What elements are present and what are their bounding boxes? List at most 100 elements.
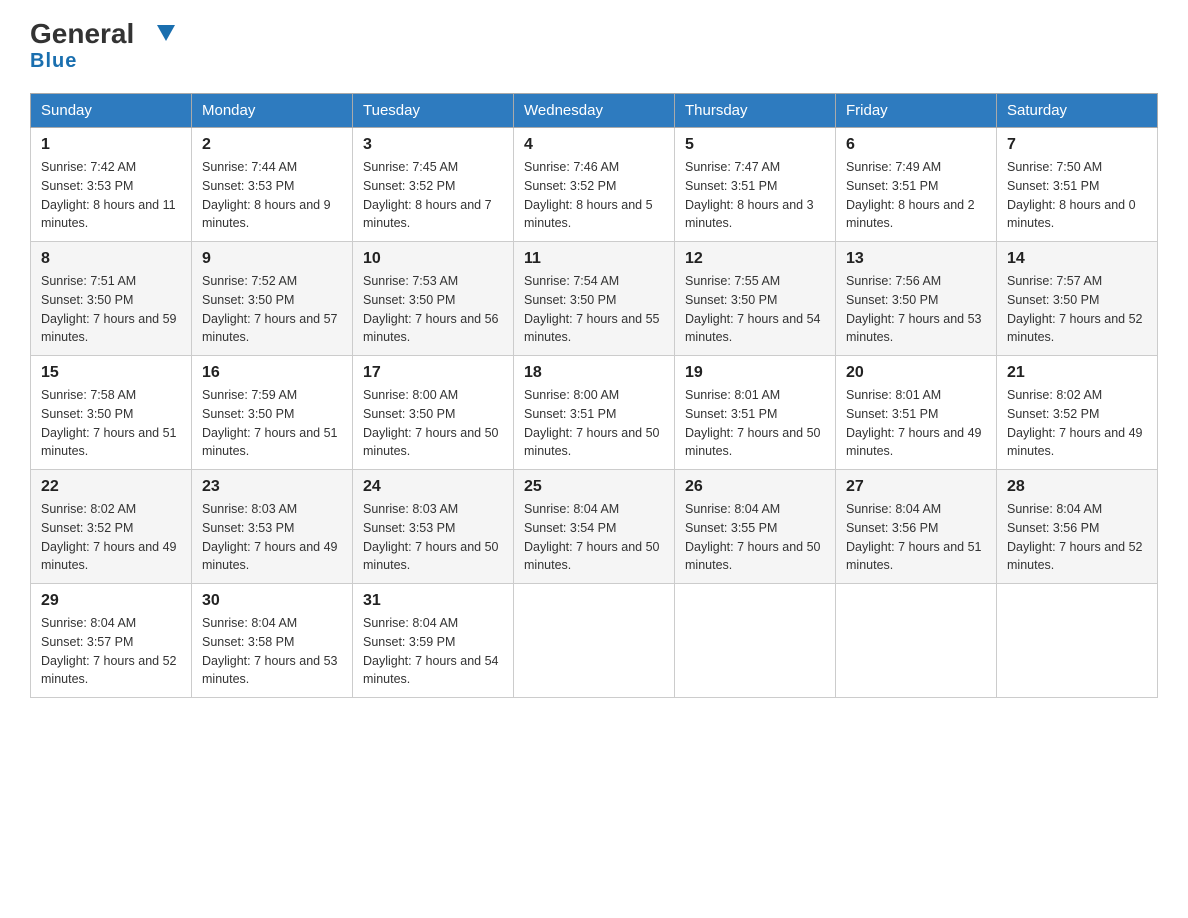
day-number: 3	[363, 136, 503, 154]
day-number: 13	[846, 250, 986, 268]
day-number: 9	[202, 250, 342, 268]
day-number: 18	[524, 364, 664, 382]
weekday-header-friday: Friday	[836, 94, 997, 128]
day-number: 29	[41, 592, 181, 610]
day-info: Sunrise: 7:56 AM Sunset: 3:50 PM Dayligh…	[846, 272, 986, 347]
calendar-cell: 10 Sunrise: 7:53 AM Sunset: 3:50 PM Dayl…	[353, 242, 514, 356]
calendar-cell: 28 Sunrise: 8:04 AM Sunset: 3:56 PM Dayl…	[997, 470, 1158, 584]
day-info: Sunrise: 7:46 AM Sunset: 3:52 PM Dayligh…	[524, 158, 664, 233]
day-number: 15	[41, 364, 181, 382]
weekday-header-sunday: Sunday	[31, 94, 192, 128]
day-info: Sunrise: 7:49 AM Sunset: 3:51 PM Dayligh…	[846, 158, 986, 233]
day-info: Sunrise: 7:52 AM Sunset: 3:50 PM Dayligh…	[202, 272, 342, 347]
calendar-cell: 30 Sunrise: 8:04 AM Sunset: 3:58 PM Dayl…	[192, 584, 353, 698]
weekday-header-thursday: Thursday	[675, 94, 836, 128]
day-info: Sunrise: 7:50 AM Sunset: 3:51 PM Dayligh…	[1007, 158, 1147, 233]
day-number: 10	[363, 250, 503, 268]
calendar-cell: 3 Sunrise: 7:45 AM Sunset: 3:52 PM Dayli…	[353, 128, 514, 242]
weekday-header-wednesday: Wednesday	[514, 94, 675, 128]
day-info: Sunrise: 8:00 AM Sunset: 3:51 PM Dayligh…	[524, 386, 664, 461]
day-number: 30	[202, 592, 342, 610]
calendar-cell	[836, 584, 997, 698]
calendar-cell: 24 Sunrise: 8:03 AM Sunset: 3:53 PM Dayl…	[353, 470, 514, 584]
calendar-cell: 2 Sunrise: 7:44 AM Sunset: 3:53 PM Dayli…	[192, 128, 353, 242]
day-info: Sunrise: 7:59 AM Sunset: 3:50 PM Dayligh…	[202, 386, 342, 461]
day-number: 21	[1007, 364, 1147, 382]
day-info: Sunrise: 7:55 AM Sunset: 3:50 PM Dayligh…	[685, 272, 825, 347]
calendar-cell: 25 Sunrise: 8:04 AM Sunset: 3:54 PM Dayl…	[514, 470, 675, 584]
calendar-week-row: 1 Sunrise: 7:42 AM Sunset: 3:53 PM Dayli…	[31, 128, 1158, 242]
day-info: Sunrise: 7:57 AM Sunset: 3:50 PM Dayligh…	[1007, 272, 1147, 347]
day-number: 20	[846, 364, 986, 382]
day-number: 4	[524, 136, 664, 154]
calendar-cell: 6 Sunrise: 7:49 AM Sunset: 3:51 PM Dayli…	[836, 128, 997, 242]
logo-general: General	[30, 20, 153, 48]
day-info: Sunrise: 8:04 AM Sunset: 3:56 PM Dayligh…	[1007, 500, 1147, 575]
day-number: 1	[41, 136, 181, 154]
day-number: 31	[363, 592, 503, 610]
calendar-cell	[997, 584, 1158, 698]
day-info: Sunrise: 8:04 AM Sunset: 3:55 PM Dayligh…	[685, 500, 825, 575]
calendar-cell: 13 Sunrise: 7:56 AM Sunset: 3:50 PM Dayl…	[836, 242, 997, 356]
day-info: Sunrise: 8:02 AM Sunset: 3:52 PM Dayligh…	[41, 500, 181, 575]
calendar-cell: 4 Sunrise: 7:46 AM Sunset: 3:52 PM Dayli…	[514, 128, 675, 242]
calendar-week-row: 15 Sunrise: 7:58 AM Sunset: 3:50 PM Dayl…	[31, 356, 1158, 470]
calendar-cell: 7 Sunrise: 7:50 AM Sunset: 3:51 PM Dayli…	[997, 128, 1158, 242]
calendar-cell: 21 Sunrise: 8:02 AM Sunset: 3:52 PM Dayl…	[997, 356, 1158, 470]
day-number: 8	[41, 250, 181, 268]
day-info: Sunrise: 7:42 AM Sunset: 3:53 PM Dayligh…	[41, 158, 181, 233]
day-number: 11	[524, 250, 664, 268]
logo-arrow-icon	[157, 25, 175, 41]
calendar-cell: 9 Sunrise: 7:52 AM Sunset: 3:50 PM Dayli…	[192, 242, 353, 356]
calendar-cell: 14 Sunrise: 7:57 AM Sunset: 3:50 PM Dayl…	[997, 242, 1158, 356]
calendar-table: SundayMondayTuesdayWednesdayThursdayFrid…	[30, 93, 1158, 698]
day-info: Sunrise: 7:58 AM Sunset: 3:50 PM Dayligh…	[41, 386, 181, 461]
calendar-cell: 12 Sunrise: 7:55 AM Sunset: 3:50 PM Dayl…	[675, 242, 836, 356]
day-number: 22	[41, 478, 181, 496]
weekday-header-saturday: Saturday	[997, 94, 1158, 128]
calendar-cell: 15 Sunrise: 7:58 AM Sunset: 3:50 PM Dayl…	[31, 356, 192, 470]
day-number: 23	[202, 478, 342, 496]
day-info: Sunrise: 8:04 AM Sunset: 3:54 PM Dayligh…	[524, 500, 664, 575]
day-info: Sunrise: 8:01 AM Sunset: 3:51 PM Dayligh…	[685, 386, 825, 461]
day-info: Sunrise: 8:00 AM Sunset: 3:50 PM Dayligh…	[363, 386, 503, 461]
day-info: Sunrise: 8:01 AM Sunset: 3:51 PM Dayligh…	[846, 386, 986, 461]
calendar-cell: 20 Sunrise: 8:01 AM Sunset: 3:51 PM Dayl…	[836, 356, 997, 470]
calendar-cell: 27 Sunrise: 8:04 AM Sunset: 3:56 PM Dayl…	[836, 470, 997, 584]
day-info: Sunrise: 7:51 AM Sunset: 3:50 PM Dayligh…	[41, 272, 181, 347]
day-info: Sunrise: 8:04 AM Sunset: 3:58 PM Dayligh…	[202, 614, 342, 689]
calendar-cell: 22 Sunrise: 8:02 AM Sunset: 3:52 PM Dayl…	[31, 470, 192, 584]
day-info: Sunrise: 8:03 AM Sunset: 3:53 PM Dayligh…	[363, 500, 503, 575]
calendar-cell: 11 Sunrise: 7:54 AM Sunset: 3:50 PM Dayl…	[514, 242, 675, 356]
page-header: General Blue	[30, 20, 1158, 73]
day-number: 6	[846, 136, 986, 154]
day-info: Sunrise: 7:47 AM Sunset: 3:51 PM Dayligh…	[685, 158, 825, 233]
day-info: Sunrise: 8:02 AM Sunset: 3:52 PM Dayligh…	[1007, 386, 1147, 461]
calendar-cell: 19 Sunrise: 8:01 AM Sunset: 3:51 PM Dayl…	[675, 356, 836, 470]
day-number: 19	[685, 364, 825, 382]
calendar-cell: 31 Sunrise: 8:04 AM Sunset: 3:59 PM Dayl…	[353, 584, 514, 698]
calendar-header-row: SundayMondayTuesdayWednesdayThursdayFrid…	[31, 94, 1158, 128]
logo-blue: Blue	[30, 50, 77, 73]
calendar-cell: 23 Sunrise: 8:03 AM Sunset: 3:53 PM Dayl…	[192, 470, 353, 584]
day-number: 26	[685, 478, 825, 496]
calendar-cell: 29 Sunrise: 8:04 AM Sunset: 3:57 PM Dayl…	[31, 584, 192, 698]
calendar-cell: 5 Sunrise: 7:47 AM Sunset: 3:51 PM Dayli…	[675, 128, 836, 242]
day-number: 7	[1007, 136, 1147, 154]
calendar-cell: 17 Sunrise: 8:00 AM Sunset: 3:50 PM Dayl…	[353, 356, 514, 470]
calendar-cell: 16 Sunrise: 7:59 AM Sunset: 3:50 PM Dayl…	[192, 356, 353, 470]
day-number: 2	[202, 136, 342, 154]
calendar-cell: 1 Sunrise: 7:42 AM Sunset: 3:53 PM Dayli…	[31, 128, 192, 242]
calendar-week-row: 22 Sunrise: 8:02 AM Sunset: 3:52 PM Dayl…	[31, 470, 1158, 584]
day-info: Sunrise: 8:04 AM Sunset: 3:56 PM Dayligh…	[846, 500, 986, 575]
weekday-header-tuesday: Tuesday	[353, 94, 514, 128]
weekday-header-monday: Monday	[192, 94, 353, 128]
calendar-cell: 8 Sunrise: 7:51 AM Sunset: 3:50 PM Dayli…	[31, 242, 192, 356]
day-info: Sunrise: 7:53 AM Sunset: 3:50 PM Dayligh…	[363, 272, 503, 347]
calendar-cell: 26 Sunrise: 8:04 AM Sunset: 3:55 PM Dayl…	[675, 470, 836, 584]
day-info: Sunrise: 7:45 AM Sunset: 3:52 PM Dayligh…	[363, 158, 503, 233]
day-number: 27	[846, 478, 986, 496]
day-info: Sunrise: 7:54 AM Sunset: 3:50 PM Dayligh…	[524, 272, 664, 347]
day-info: Sunrise: 8:04 AM Sunset: 3:59 PM Dayligh…	[363, 614, 503, 689]
day-number: 17	[363, 364, 503, 382]
